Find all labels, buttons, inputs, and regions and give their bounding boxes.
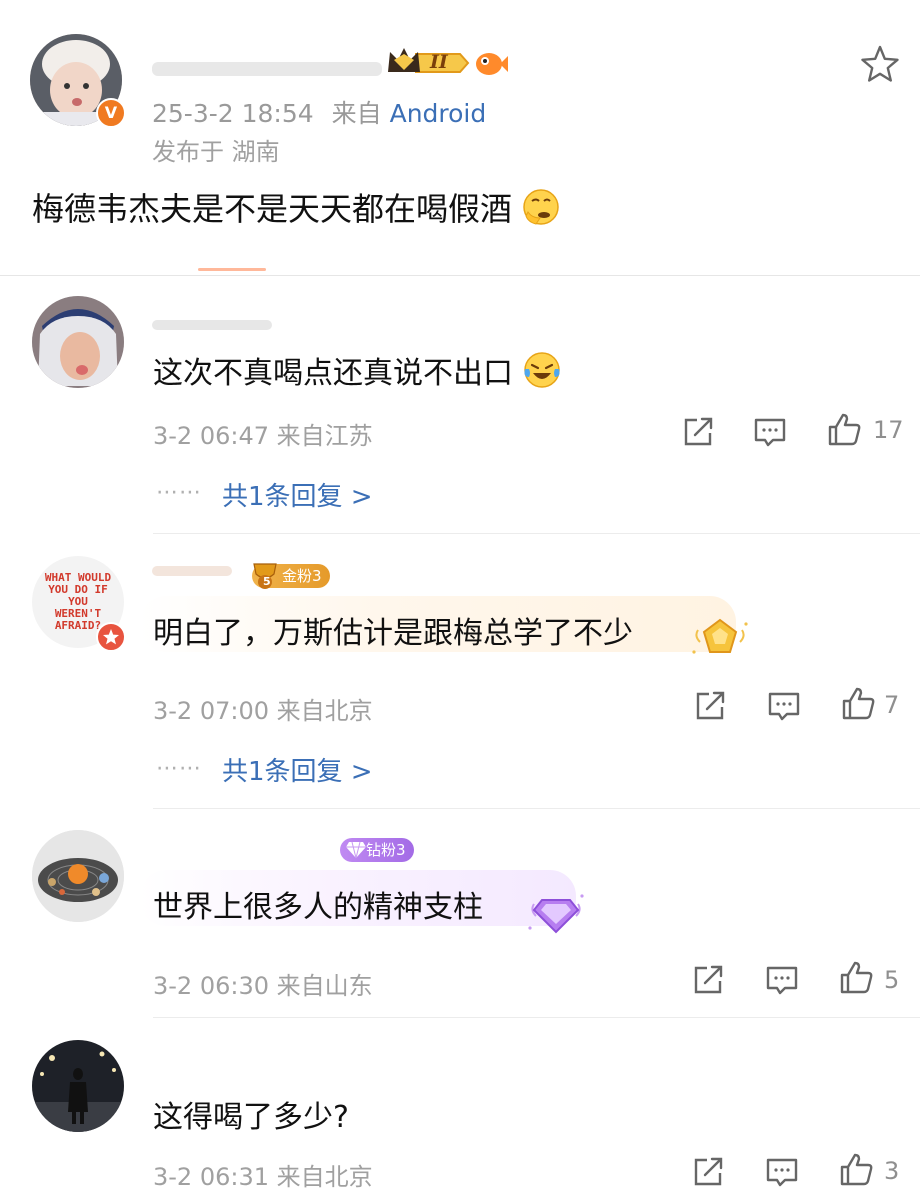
gold-fan-sparkle-icon	[688, 612, 752, 662]
comment-divider	[153, 1017, 920, 1018]
comment-icon	[768, 692, 800, 721]
anime-character-avatar-icon	[32, 296, 124, 388]
diamond-fan-badge[interactable]: 钻粉3	[340, 838, 414, 862]
active-tab-indicator	[198, 268, 266, 271]
thumbs-up-icon	[840, 1153, 873, 1186]
like-button[interactable]	[840, 686, 876, 722]
comment-avatar[interactable]	[32, 296, 124, 388]
comment-icon	[754, 418, 786, 447]
reply-button[interactable]	[764, 1154, 800, 1190]
comment-author-name-blurred[interactable]	[152, 566, 232, 576]
diamond-icon	[346, 841, 366, 859]
comment-author-name-blurred[interactable]	[152, 320, 272, 330]
comment-meta: 3-2 07:00 来自北京	[153, 697, 373, 725]
post-text: 梅德韦杰夫是不是天天都在喝假酒	[32, 184, 560, 230]
share-icon	[696, 691, 725, 720]
comment-icon	[766, 966, 798, 995]
share-button[interactable]	[690, 1154, 726, 1190]
comment-text: 这次不真喝点还真说不出口	[153, 348, 561, 392]
share-button[interactable]	[690, 962, 726, 998]
comment-avatar[interactable]	[32, 1040, 124, 1132]
star-badge-icon	[103, 629, 119, 645]
share-button[interactable]	[692, 688, 728, 724]
comment-meta: 3-2 06:47 来自江苏	[153, 422, 373, 450]
thumbs-up-icon	[840, 961, 873, 994]
comment-text: 这得喝了多少?	[153, 1100, 349, 1135]
view-replies-link[interactable]: 共1条回复 >	[222, 751, 373, 788]
avatar-status-badge	[96, 622, 126, 652]
reply-button[interactable]	[766, 688, 802, 724]
gold-fan-badge[interactable]: 5 金粉3	[252, 563, 330, 589]
share-icon	[694, 965, 723, 994]
laughing-crying-emoji-icon	[523, 352, 560, 388]
reply-button[interactable]	[764, 962, 800, 998]
comment-divider	[153, 808, 920, 809]
like-count: 5	[884, 966, 900, 994]
like-button[interactable]	[826, 412, 862, 448]
like-button[interactable]	[838, 960, 874, 996]
comment-avatar[interactable]	[32, 830, 124, 922]
favorite-star-icon[interactable]	[860, 44, 900, 84]
night-street-avatar-icon	[32, 1040, 124, 1132]
like-count: 3	[884, 1157, 900, 1185]
share-icon	[694, 1157, 723, 1186]
comment-text: 世界上很多人的精神支柱	[153, 890, 483, 925]
like-button[interactable]	[838, 1152, 874, 1188]
header-divider	[0, 275, 920, 276]
solar-system-avatar-icon	[32, 830, 124, 922]
thumbs-up-icon	[842, 687, 875, 720]
like-count: 7	[884, 691, 900, 719]
comment-meta: 3-2 06:30 来自山东	[153, 972, 373, 1000]
view-replies-link[interactable]: 共1条回复 >	[222, 476, 373, 513]
verified-badge: V	[96, 98, 126, 128]
comment-icon	[766, 1158, 798, 1187]
reply-button[interactable]	[752, 414, 788, 450]
share-icon	[684, 417, 713, 446]
thinking-face-emoji-icon	[523, 189, 559, 225]
fish-icon	[474, 46, 508, 80]
share-button[interactable]	[680, 414, 716, 450]
post-location: 发布于 湖南	[152, 138, 280, 166]
reply-dots: ⋯⋯	[156, 480, 202, 505]
post-author-name-blurred[interactable]	[152, 62, 382, 76]
post-meta: 25-3-2 18:54 来自 Android	[152, 99, 487, 128]
reply-dots: ⋯⋯	[156, 756, 202, 781]
thumbs-up-icon	[828, 413, 861, 446]
comment-meta: 3-2 06:31 来自北京	[153, 1163, 373, 1191]
post-source-link[interactable]: Android	[390, 99, 487, 128]
comment-divider	[153, 533, 920, 534]
like-count: 17	[873, 416, 904, 444]
comment-text: 明白了，万斯估计是跟梅总学了不少	[153, 616, 633, 651]
diamond-fan-sparkle-icon	[524, 886, 588, 938]
crown-icon	[388, 48, 470, 73]
level-badge[interactable]: II	[386, 46, 470, 80]
